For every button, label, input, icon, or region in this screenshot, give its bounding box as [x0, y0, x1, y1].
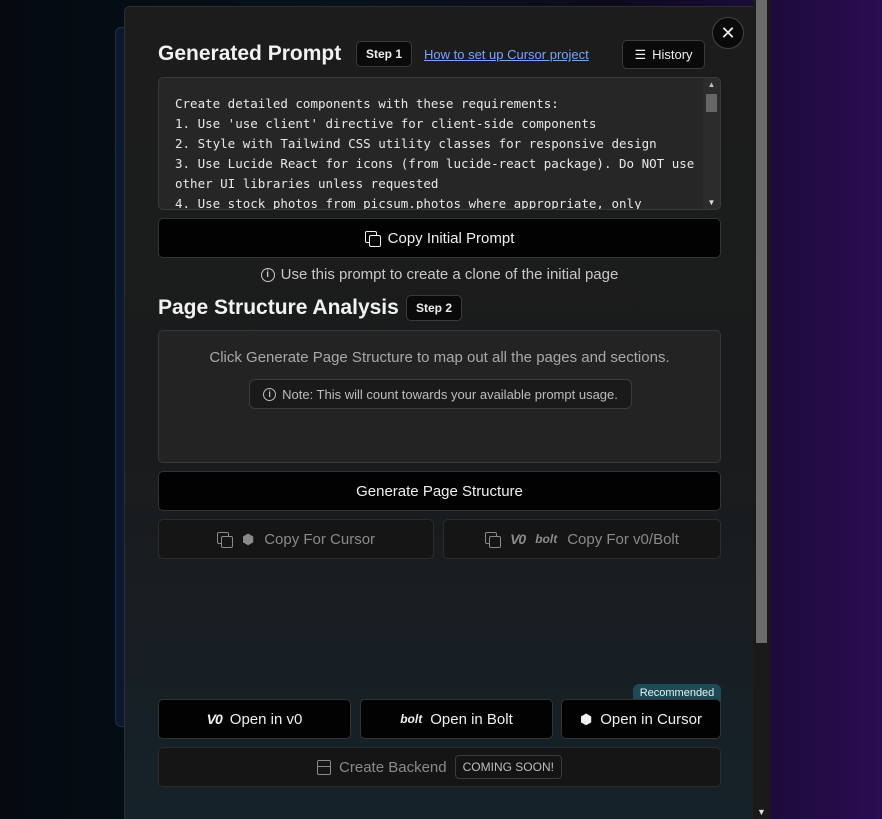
open-in-v0-label: Open in v0 [229, 710, 303, 728]
generate-page-structure-button[interactable]: Generate Page Structure [158, 471, 721, 511]
prompt-info-text: Use this prompt to create a clone of the… [280, 266, 619, 283]
generate-page-structure-label: Generate Page Structure [356, 482, 523, 500]
copy-for-v0-bolt-label: Copy For v0/Bolt [567, 530, 679, 548]
cursor-setup-link[interactable]: How to set up Cursor project [424, 47, 589, 62]
prompt-scrollbar[interactable]: ▲ ▼ [703, 78, 720, 209]
page-scroll-down-arrow[interactable]: ▼ [753, 805, 770, 819]
create-backend-button[interactable]: Create Backend COMING SOON! [158, 747, 721, 787]
copy-initial-prompt-label: Copy Initial Prompt [387, 229, 515, 247]
info-icon: i [260, 267, 275, 282]
copy-for-cursor-label: Copy For Cursor [264, 530, 376, 548]
step-2-badge: Step 2 [406, 295, 463, 321]
copy-for-cursor-button[interactable]: ⬢ Copy For Cursor [158, 519, 434, 559]
scroll-thumb[interactable] [706, 94, 717, 112]
bolt-logo-icon: bolt [400, 712, 423, 726]
scroll-down-arrow[interactable]: ▼ [703, 198, 720, 207]
prompt-textarea[interactable]: Create detailed components with these re… [158, 77, 721, 210]
coming-soon-badge: COMING SOON! [454, 755, 562, 779]
info-icon: i [263, 387, 277, 401]
page-scrollbar-thumb[interactable] [756, 0, 767, 643]
close-button[interactable]: ✕ [712, 17, 744, 49]
create-backend-label: Create Backend [339, 758, 447, 776]
open-in-cursor-button[interactable]: ⬢ Open in Cursor [561, 699, 721, 739]
server-icon [317, 759, 332, 775]
page-structure-description: Click Generate Page Structure to map out… [209, 349, 670, 366]
open-in-cursor-label: Open in Cursor [600, 710, 702, 728]
open-in-bolt-button[interactable]: bolt Open in Bolt [360, 699, 553, 739]
step-1-badge: Step 1 [356, 41, 413, 67]
page-structure-title: Page Structure Analysis [158, 296, 399, 319]
usage-note-text: Note: This will count towards your avail… [282, 386, 618, 402]
copy-initial-prompt-button[interactable]: Copy Initial Prompt [158, 218, 721, 258]
history-label: History [652, 47, 693, 62]
cursor-logo-icon: ⬢ [580, 710, 593, 727]
bolt-logo-icon: bolt [535, 532, 558, 546]
cursor-logo-icon: ⬢ [241, 530, 255, 547]
list-icon: ☰ [634, 46, 647, 62]
scroll-up-arrow[interactable]: ▲ [703, 80, 720, 89]
usage-note: i Note: This will count towards your ava… [249, 379, 632, 409]
prompt-info: i Use this prompt to create a clone of t… [158, 266, 721, 283]
copy-for-v0-bolt-button[interactable]: V0 bolt Copy For v0/Bolt [443, 519, 721, 559]
generated-prompt-title: Generated Prompt [158, 42, 342, 65]
open-in-v0-button[interactable]: V0 Open in v0 [158, 699, 351, 739]
history-button[interactable]: ☰ History [622, 40, 705, 69]
open-in-bolt-label: Open in Bolt [430, 710, 513, 728]
page-structure-panel: Click Generate Page Structure to map out… [158, 330, 721, 463]
copy-icon [485, 531, 502, 548]
close-icon: ✕ [720, 23, 736, 43]
copy-icon [216, 531, 233, 548]
v0-logo-icon: V0 [510, 531, 526, 547]
prompt-text: Create detailed components with these re… [175, 96, 695, 210]
v0-logo-icon: V0 [206, 711, 223, 727]
copy-icon [364, 230, 381, 247]
